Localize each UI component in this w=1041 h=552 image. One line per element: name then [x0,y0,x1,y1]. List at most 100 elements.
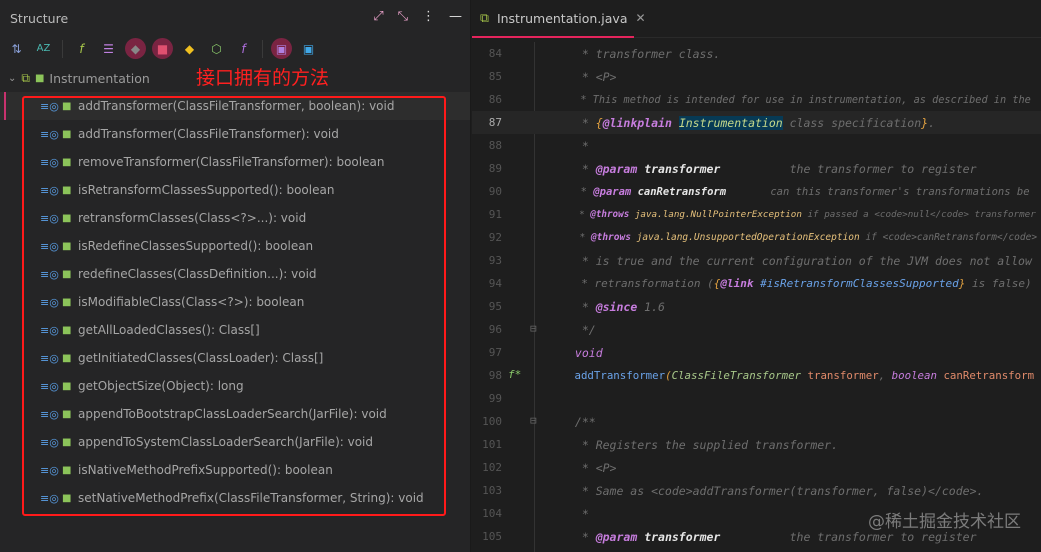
chevron-down-icon[interactable]: ⌄ [8,73,16,84]
method-item[interactable]: ≡◎ ■ redefineClasses(ClassDefinition...): … [0,260,470,288]
method-item[interactable]: ≡◎ ■ retransformClasses(Class<?>...): void [0,204,470,232]
code-text: * @param canRetransform can this transfo… [568,186,1030,198]
line-number: 91 [488,208,502,221]
code-text: * This method is intended for use in ins… [568,94,1031,106]
line-number: 90 [488,185,502,198]
method-list: ≡◎ ■ addTransformer(ClassFileTransformer, … [0,92,470,512]
abstract-method-icon: ≡◎ [40,351,59,365]
gutter [516,180,568,203]
code-token: * [568,115,596,130]
code-text: * [568,507,589,521]
line-number: 103 [482,484,502,497]
expand-all-icon[interactable]: ⤢ [373,9,383,24]
method-item[interactable]: ≡◎ ■ getInitiatedClasses(ClassLoader): Cla… [0,344,470,372]
code-token: class specification [782,115,922,130]
panel-title: Structure [10,10,69,26]
code-token: * retransformation ( [568,277,714,290]
code-line: 96 ⊟ */ [472,318,1041,341]
method-item[interactable]: ≡◎ ■ isRetransformClassesSupported(): bool… [0,176,470,204]
code-token: canRetransform [637,185,727,198]
minimize-icon[interactable]: — [449,9,462,24]
lock-icon: ■ [62,296,72,308]
method-item[interactable]: ≡◎ ■ appendToSystemClassLoaderSearch(JarFi… [0,428,470,456]
code-token: @throws [590,209,630,220]
show-non-public-icon[interactable]: ■ [152,38,173,59]
method-signature: addTransformer(ClassFileTransformer): vo… [78,127,339,141]
method-item[interactable]: ≡◎ ■ isNativeMethodPrefixSupported(): bool… [0,456,470,484]
code-token: canRetransform [936,369,1035,382]
code-line: 91 * @throws java.lang.NullPointerExcept… [472,203,1041,226]
abstract-method-icon: ≡◎ [40,211,59,225]
autoscroll-from-source-icon[interactable]: ▣ [298,38,319,59]
code-line: 94 * retransformation ({@link #isRetrans… [472,272,1041,295]
code-token: the transformer to register [720,161,977,176]
method-item[interactable]: ≡◎ ■ removeTransformer(ClassFileTransforme… [0,148,470,176]
line-number: 101 [482,438,502,451]
code-token: java.lang.UnsupportedOperationException [636,232,860,243]
line-number: 102 [482,461,502,474]
code-token: boolean [891,369,937,382]
method-signature: addTransformer(ClassFileTransformer, boo… [78,99,395,113]
method-item[interactable]: ≡◎ ■ addTransformer(ClassFileTransformer):… [0,120,470,148]
gutter [516,157,568,180]
method-item[interactable]: ≡◎ ■ getAllLoadedClasses(): Class[] [0,316,470,344]
code-text: void [568,346,603,360]
autoscroll-to-source-icon[interactable]: ▣ [271,38,292,59]
show-anonymous-icon[interactable]: ⬡ [206,38,227,59]
abstract-method-icon: ≡◎ [40,379,59,393]
method-signature: isRedefineClassesSupported(): boolean [78,239,314,253]
collapse-all-icon[interactable]: ⤡ [398,9,408,24]
code-line: 86 * This method is intended for use in … [472,88,1041,111]
show-lambdas-icon[interactable]: f [233,38,254,59]
code-line: 99 [472,387,1041,410]
code-token: * [568,161,596,176]
lock-icon: ■ [62,184,72,196]
code-token: 1.6 [637,299,665,314]
more-options-icon[interactable]: ⋮ [422,9,435,24]
code-line: 87 * {@linkplain Instrumentation class s… [472,111,1041,134]
method-item[interactable]: ≡◎ ■ addTransformer(ClassFileTransformer, … [0,92,470,120]
tree-root[interactable]: ⌄ ⧉ ■ Instrumentation [8,68,150,88]
lock-icon: ■ [62,240,72,252]
code-token: @param [593,185,632,198]
watermark: @稀土掘金技术社区 [868,512,1021,532]
method-item[interactable]: ≡◎ ■ appendToBootstrapClassLoaderSearch(Ja… [0,400,470,428]
code-token: @link [720,277,754,290]
method-item[interactable]: ≡◎ ■ setNativeMethodPrefix(ClassFileTransf… [0,484,470,512]
show-fields-icon[interactable]: ☰ [98,38,119,59]
method-item[interactable]: ≡◎ ■ getObjectSize(Object): long [0,372,470,400]
show-inherited-icon[interactable]: f [71,38,92,59]
sort-by-type-icon[interactable]: ⇅ [6,38,27,59]
lock-icon: ■ [62,128,72,140]
gutter [516,42,568,65]
line-number: 89 [488,162,502,175]
abstract-method-icon: ≡◎ [40,155,59,169]
tab-instrumentation-java[interactable]: ⧉ Instrumentation.java ✕ [472,0,646,38]
method-item[interactable]: ≡◎ ■ isRedefineClassesSupported(): boolean [0,232,470,260]
code-token: * Same as <code>addTransformer(transform… [568,483,984,498]
method-item[interactable]: ≡◎ ■ isModifiableClass(Class<?>): boolean [0,288,470,316]
editor-tab-bar: ⧉ Instrumentation.java ✕ [472,0,1041,38]
code-text: * <P> [568,461,617,475]
line-number: 86 [488,93,502,106]
code-line: 97 void [472,341,1041,364]
code-token: @param [595,529,638,544]
close-tab-icon[interactable]: ✕ [635,11,645,25]
code-token: * [568,506,589,521]
code-token: . [928,115,936,130]
toolbar-divider [62,39,63,58]
show-constants-icon[interactable]: ◆ [179,38,200,59]
abstract-method-icon: ≡◎ [40,183,59,197]
code-editor[interactable]: 84 * transformer class. 85 * <P> 86 * This… [472,42,1041,552]
abstract-method-icon: ≡◎ [40,323,59,337]
code-token: transformer [801,369,879,382]
fold-icon[interactable]: ⊟ [530,414,537,427]
line-number: 93 [488,254,502,267]
method-signature: appendToBootstrapClassLoaderSearch(JarFi… [78,407,387,421]
show-properties-icon[interactable]: ◆ [125,38,146,59]
sort-alphabetically-icon[interactable]: AZ [33,38,54,59]
implemented-icon[interactable]: f* [508,368,521,381]
code-line: 88 * [472,134,1041,157]
code-token: { [595,115,603,130]
fold-icon[interactable]: ⊟ [530,322,537,335]
